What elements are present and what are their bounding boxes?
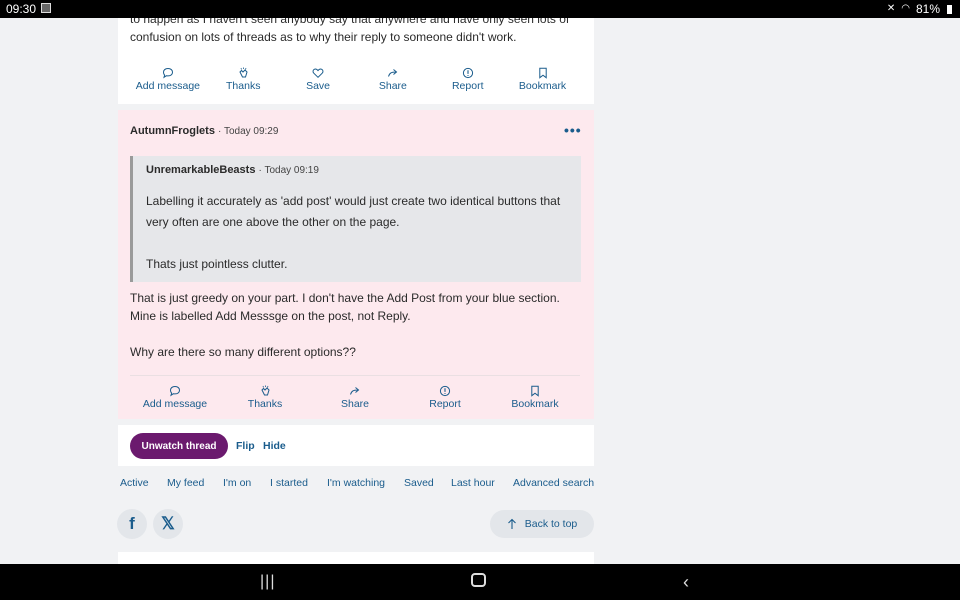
report-button[interactable]: Report xyxy=(400,376,490,419)
report-label: Report xyxy=(429,398,461,410)
back-to-top-button[interactable]: Back to top xyxy=(490,510,594,538)
quote-text-line: Thats just pointless clutter. xyxy=(146,257,288,271)
status-time: 09:30 xyxy=(6,2,37,16)
nav-link-i-started[interactable]: I started xyxy=(270,477,308,489)
gallery-notification-icon xyxy=(41,3,51,13)
save-button[interactable]: Save xyxy=(281,54,356,104)
post-actions: Add message Thanks Share Report Bookmark xyxy=(130,375,580,419)
post-card: to happen as I haven't seen anybody say … xyxy=(118,18,594,104)
status-bar: 09:30 ✕ ◠ 81% xyxy=(0,0,960,18)
wifi-icon: ◠ xyxy=(901,3,910,14)
bookmark-label: Bookmark xyxy=(518,79,567,92)
clap-icon xyxy=(261,385,270,396)
nav-link-saved[interactable]: Saved xyxy=(404,477,434,489)
share-button[interactable]: Share xyxy=(310,376,400,419)
share-arrow-icon xyxy=(387,68,398,77)
add-message-button[interactable]: Add message xyxy=(130,54,206,104)
add-message-button[interactable]: Add message xyxy=(130,376,220,419)
nav-link-active[interactable]: Active xyxy=(120,477,149,489)
bookmark-button[interactable]: Bookmark xyxy=(490,376,580,419)
recent-apps-icon[interactable]: ||| xyxy=(260,573,275,591)
quote-author-line: UnremarkableBeasts · Today 09:19 xyxy=(146,164,319,176)
post-actions: Add message Thanks Save Share Report Boo… xyxy=(130,54,580,104)
system-nav-bar: ||| ‹ xyxy=(0,564,960,600)
home-icon[interactable] xyxy=(471,573,486,587)
post-author[interactable]: AutumnFroglets xyxy=(130,125,215,137)
unwatch-thread-button[interactable]: Unwatch thread xyxy=(130,433,228,459)
thread-page: to happen as I haven't seen anybody say … xyxy=(0,18,960,564)
report-icon xyxy=(439,385,451,397)
thanks-label: Thanks xyxy=(247,398,283,410)
bookmark-icon xyxy=(538,67,547,79)
nav-link-im-watching[interactable]: I'm watching xyxy=(327,477,385,489)
bookmark-label: Bookmark xyxy=(511,398,559,410)
post-body-line: Mine is labelled Add Messsge on the post… xyxy=(130,309,411,323)
add-message-label: Add message xyxy=(142,398,208,410)
post-body-line: Why are there so many different options?… xyxy=(130,345,356,359)
quote-author[interactable]: UnremarkableBeasts xyxy=(146,164,255,176)
quote-time: · Today 09:19 xyxy=(258,165,319,176)
facebook-icon[interactable]: f xyxy=(117,509,147,539)
post-card-highlighted: AutumnFroglets · Today 09:29 ••• Unremar… xyxy=(118,110,594,419)
save-label: Save xyxy=(306,79,331,92)
share-arrow-icon xyxy=(350,387,360,395)
mute-icon: ✕ xyxy=(886,3,896,14)
nav-link-advanced-search[interactable]: Advanced search xyxy=(513,477,594,489)
nav-link-last-hour[interactable]: Last hour xyxy=(451,477,495,489)
speech-bubble-icon xyxy=(169,385,181,397)
flip-link[interactable]: Flip xyxy=(236,440,255,452)
heart-icon xyxy=(312,68,324,78)
quoted-post: UnremarkableBeasts · Today 09:19 Labelli… xyxy=(130,156,581,282)
thanks-button[interactable]: Thanks xyxy=(206,54,281,104)
quote-text-line: very often are one above the other on th… xyxy=(146,215,400,229)
add-message-label: Add message xyxy=(135,79,201,92)
next-card xyxy=(118,552,594,564)
x-twitter-icon[interactable]: 𝕏 xyxy=(153,509,183,539)
report-icon xyxy=(462,67,473,78)
arrow-up-icon xyxy=(507,518,516,529)
battery-level: 81% xyxy=(915,2,940,16)
more-options-icon[interactable]: ••• xyxy=(564,122,582,138)
back-to-top-label: Back to top xyxy=(524,518,578,530)
post-body-line: That is just greedy on your part. I don'… xyxy=(130,291,560,305)
thanks-button[interactable]: Thanks xyxy=(220,376,310,419)
nav-link-my-feed[interactable]: My feed xyxy=(167,477,204,489)
hide-link[interactable]: Hide xyxy=(263,440,286,452)
post-time: · Today 09:29 xyxy=(218,126,279,137)
post-text-line: confusion on lots of threads as to why t… xyxy=(130,30,517,44)
share-label: Share xyxy=(378,79,407,92)
quote-text-line: Labelling it accurately as 'add post' wo… xyxy=(146,194,561,208)
bookmark-icon xyxy=(531,385,539,397)
thread-controls: Unwatch thread Flip Hide xyxy=(118,425,594,466)
report-label: Report xyxy=(451,79,484,92)
clap-icon xyxy=(239,67,248,77)
back-icon[interactable]: ‹ xyxy=(683,573,689,591)
nav-link-im-on[interactable]: I'm on xyxy=(223,477,251,489)
share-button[interactable]: Share xyxy=(355,54,430,104)
speech-bubble-icon xyxy=(162,67,173,78)
bookmark-button[interactable]: Bookmark xyxy=(505,54,580,104)
thanks-label: Thanks xyxy=(226,79,261,92)
share-label: Share xyxy=(340,398,370,410)
post-text-line: to happen as I haven't seen anybody say … xyxy=(130,18,570,26)
post-author-line: AutumnFroglets · Today 09:29 xyxy=(130,125,278,137)
battery-icon xyxy=(947,4,952,14)
post-text: to happen as I haven't seen anybody say … xyxy=(130,18,580,46)
report-button[interactable]: Report xyxy=(430,54,505,104)
